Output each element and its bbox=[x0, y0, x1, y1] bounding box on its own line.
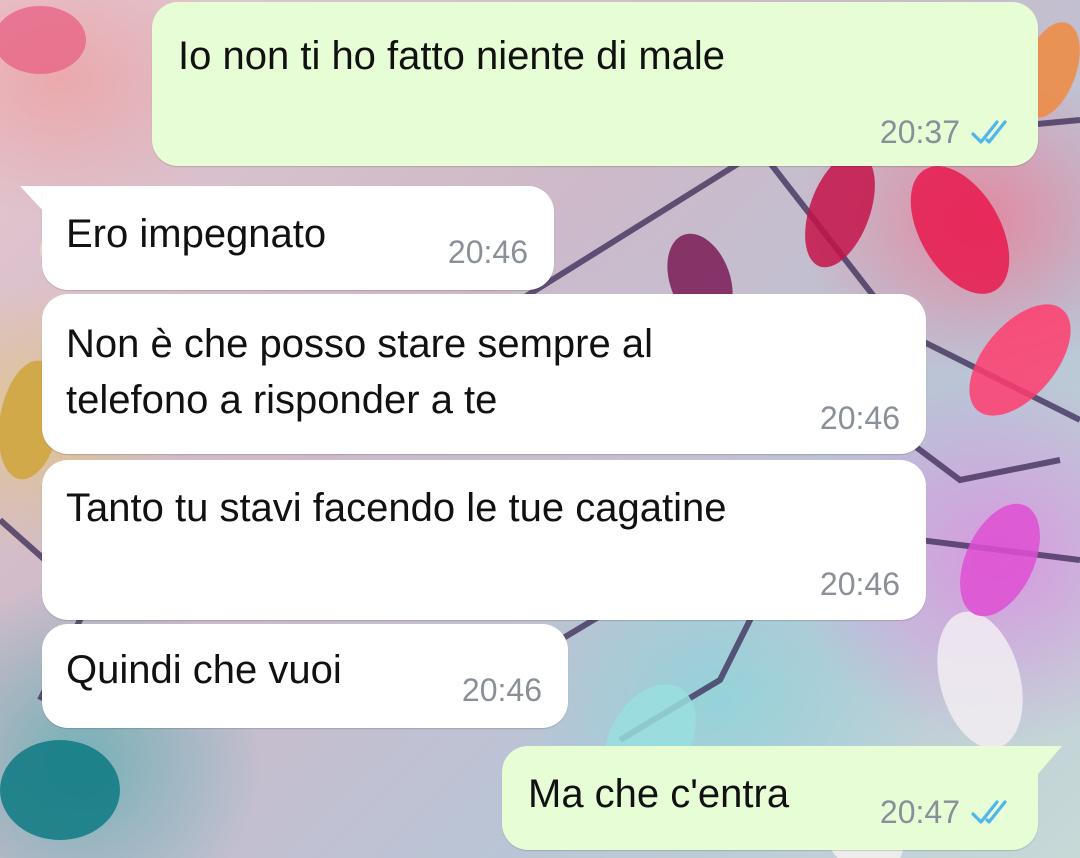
message-time: 20:46 bbox=[819, 566, 900, 602]
message-meta: 20:46 bbox=[820, 400, 900, 437]
incoming-message-bubble[interactable]: Quindi che vuoi 20:46 bbox=[42, 624, 568, 728]
message-text: Non è che posso stare sempre al telefono… bbox=[66, 322, 653, 422]
incoming-message-bubble[interactable]: Non è che posso stare sempre al telefono… bbox=[42, 294, 926, 454]
message-time: 20:47 bbox=[879, 794, 960, 830]
message-time: 20:46 bbox=[461, 672, 542, 708]
message-text: Ero impegnato bbox=[66, 212, 327, 256]
double-check-read-icon bbox=[971, 119, 1007, 144]
double-check-read-icon bbox=[971, 799, 1007, 824]
outgoing-message-bubble[interactable]: Ma che c'entra 20:47 bbox=[502, 746, 1038, 850]
message-time: 20:37 bbox=[879, 114, 960, 150]
message-meta: 20:46 bbox=[820, 566, 900, 603]
message-meta: 20:47 bbox=[880, 794, 1016, 831]
message-time: 20:46 bbox=[819, 400, 900, 436]
message-meta: 20:37 bbox=[880, 114, 1016, 151]
message-meta: 20:46 bbox=[448, 234, 528, 271]
message-list[interactable]: Io non ti ho fatto niente di male 20:37 … bbox=[0, 0, 1080, 858]
message-text: Tanto tu stavi facendo le tue cagatine bbox=[66, 486, 727, 530]
message-text: Quindi che vuoi bbox=[66, 648, 342, 692]
outgoing-message-bubble[interactable]: Io non ti ho fatto niente di male 20:37 bbox=[152, 2, 1038, 166]
outgoing-bubble-tail bbox=[1038, 746, 1062, 774]
message-time: 20:46 bbox=[447, 234, 528, 270]
incoming-message-bubble[interactable]: Ero impegnato 20:46 bbox=[42, 186, 554, 290]
message-text: Ma che c'entra bbox=[528, 772, 790, 816]
incoming-message-bubble[interactable]: Tanto tu stavi facendo le tue cagatine 2… bbox=[42, 460, 926, 620]
message-meta: 20:46 bbox=[462, 672, 542, 709]
message-text: Io non ti ho fatto niente di male bbox=[178, 34, 726, 78]
